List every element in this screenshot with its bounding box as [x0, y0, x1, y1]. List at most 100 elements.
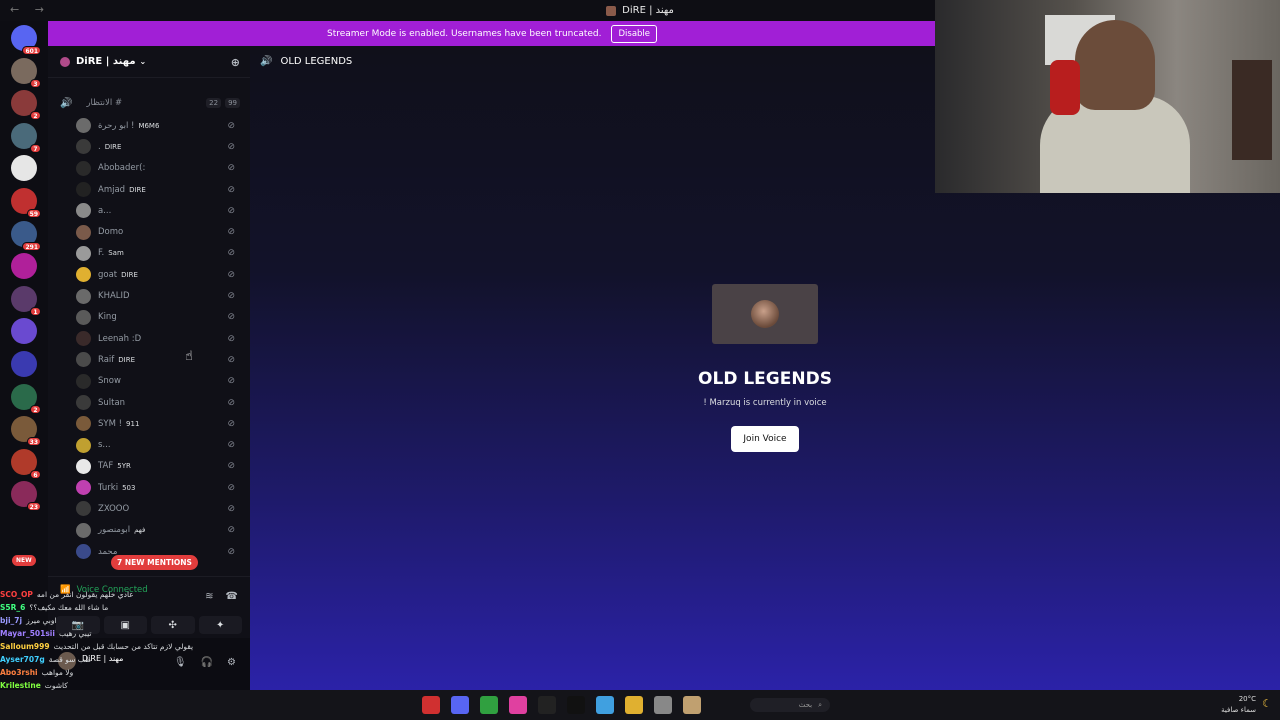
taskbar-app-icon[interactable] [451, 696, 469, 714]
voice-user-row[interactable]: Domo ⊘ [76, 221, 240, 242]
guild-icon[interactable]: 2 [11, 90, 41, 121]
chat-message: ولا مواهب [41, 668, 74, 677]
user-name: . [98, 141, 101, 152]
chat-username: Salloum999 [0, 642, 50, 651]
voice-user-row[interactable]: KHALID ⊘ [76, 285, 240, 306]
gear-icon[interactable]: ⚙ [227, 657, 236, 668]
voice-user-row[interactable]: TAF 5YR ⊘ [76, 456, 240, 477]
guild-icon[interactable] [11, 253, 37, 280]
nav-arrows[interactable]: ← → [10, 3, 50, 16]
voice-channel-row[interactable]: 🔊 الانتظار # 22 99 [60, 96, 240, 110]
guild-icon[interactable]: 6 [11, 448, 41, 479]
join-voice-button[interactable]: Join Voice [731, 426, 799, 452]
guild-icon[interactable]: 291 [11, 220, 41, 251]
unread-badge: 2 [30, 111, 41, 121]
voice-participant-card[interactable] [712, 284, 818, 344]
server-icon [606, 5, 617, 16]
banner-text: Streamer Mode is enabled. Usernames have… [326, 28, 602, 39]
voice-user-row[interactable]: F. Sam ⊘ [76, 243, 240, 264]
voice-user-row[interactable]: King ⊘ [76, 307, 240, 328]
unread-badge: 1 [30, 306, 41, 316]
voice-user-row[interactable]: Abobader(: ⊘ [76, 158, 240, 179]
voice-user-row[interactable]: Sultan ⊘ [76, 392, 240, 413]
voice-user-row[interactable]: ابومنصور فهم ⊘ [76, 520, 240, 541]
weather-widget[interactable]: 20°C سماء صافية [1221, 694, 1256, 716]
voice-user-row[interactable]: Snow ⊘ [76, 371, 240, 392]
headphones-icon[interactable]: 🎧 [201, 657, 213, 668]
chat-username: SCO_OP [0, 590, 33, 599]
user-tag: DIRE [118, 355, 136, 364]
muted-icon: ⊘ [227, 440, 235, 451]
chat-username: bji_7j [0, 616, 23, 625]
user-name: a... [98, 205, 112, 216]
stage-title: OLD LEGENDS [698, 369, 832, 389]
guild-icon[interactable]: 601 [11, 25, 41, 55]
taskbar-app-icon[interactable] [625, 696, 643, 714]
taskbar-app-icon[interactable] [422, 696, 440, 714]
taskbar-app-icon[interactable] [480, 696, 498, 714]
voice-user-row[interactable]: Raif DIRE ⊘ [76, 349, 240, 370]
muted-icon: ⊘ [227, 354, 235, 365]
avatar [76, 288, 91, 304]
chat-username: Ayser707g [0, 655, 45, 664]
chat-message: اوبي ميرز [26, 616, 57, 625]
webcam-overlay [935, 0, 1280, 193]
user-name: Raif [98, 354, 115, 365]
voice-user-row[interactable]: goat DIRE ⊘ [76, 264, 240, 285]
chat-message: تيبي رهيب [58, 629, 92, 638]
voice-user-row[interactable]: a... ⊘ [76, 200, 240, 221]
guild-icon[interactable] [11, 351, 37, 377]
guild-icon[interactable]: 3 [11, 57, 41, 88]
chat-message: عادي خلهم يقولون انفر من امه [36, 590, 134, 599]
guild-icon[interactable]: 23 [11, 481, 41, 512]
guild-icon[interactable]: 1 [11, 285, 41, 316]
guild-icon[interactable] [11, 155, 37, 182]
taskbar-search[interactable]: بحث ⌕ [750, 698, 830, 712]
taskbar-app-icon[interactable] [567, 696, 585, 714]
disconnect-icon[interactable]: ☎ [226, 591, 238, 602]
new-mentions-pill[interactable]: 7 NEW MENTIONS [111, 555, 198, 570]
guild-icon[interactable] [11, 318, 37, 345]
user-tag: DIRE [121, 270, 138, 279]
taskbar-app-icon[interactable] [654, 696, 672, 714]
disable-button[interactable]: Disable [611, 24, 658, 43]
avatar [76, 437, 91, 453]
voice-count-a: 22 [206, 98, 222, 108]
muted-icon: ⊘ [227, 546, 235, 557]
soundboard-button[interactable]: ✦ [198, 616, 242, 634]
guild-icon[interactable]: 33 [11, 416, 41, 447]
voice-user-row[interactable]: Turki 503 ⊘ [76, 477, 240, 498]
avatar [76, 458, 91, 474]
muted-icon: ⊘ [227, 376, 235, 387]
taskbar-app-icon[interactable] [538, 696, 556, 714]
channel-title: OLD LEGENDS [280, 56, 353, 67]
voice-user-row[interactable]: s... ⊘ [76, 434, 240, 455]
user-tag: 911 [126, 419, 140, 428]
voice-user-row[interactable]: Amjad DIRE ⊘ [76, 179, 240, 200]
user-name: ابومنصور [98, 525, 131, 536]
speaker-icon: 🔊 [60, 97, 73, 109]
chevron-down-icon: ⌄ [139, 57, 147, 66]
avatar [76, 309, 91, 325]
add-user-icon[interactable]: ⊕ [231, 56, 240, 69]
guild-icon[interactable]: 2 [11, 383, 41, 414]
taskbar-app-icon[interactable] [683, 696, 701, 714]
voice-user-row[interactable]: ZXOOO ⊘ [76, 498, 240, 519]
voice-user-row[interactable]: SYM ! 911 ⊘ [76, 413, 240, 434]
guild-icon[interactable]: 7 [11, 122, 41, 153]
voice-channel-name: الانتظار # [86, 98, 123, 108]
taskbar-app-icon[interactable] [596, 696, 614, 714]
voice-user-row[interactable]: . DIRE ⊘ [76, 136, 240, 157]
new-badge[interactable]: NEW [12, 555, 36, 566]
voice-user-list: ابو رحرة ! M6M6 ⊘. DIRE ⊘ Abobader(: ⊘ Amjad DI… [76, 115, 240, 562]
chat-message: ما شاء الله معك مكيف؟؟ [29, 603, 109, 612]
unread-badge: 3 [30, 78, 41, 88]
voice-user-row[interactable]: ابو رحرة ! M6M6 ⊘ [76, 115, 240, 136]
user-name: TAF [98, 461, 114, 472]
noise-suppression-icon[interactable]: ≋ [205, 591, 213, 602]
avatar [76, 203, 91, 219]
taskbar-app-icon[interactable] [509, 696, 527, 714]
server-header[interactable]: DiRE | مهند ⌄ ⊕ [48, 46, 250, 78]
guild-icon[interactable]: 59 [11, 188, 41, 218]
voice-user-row[interactable]: Leenah :D ⊘ [76, 328, 240, 349]
